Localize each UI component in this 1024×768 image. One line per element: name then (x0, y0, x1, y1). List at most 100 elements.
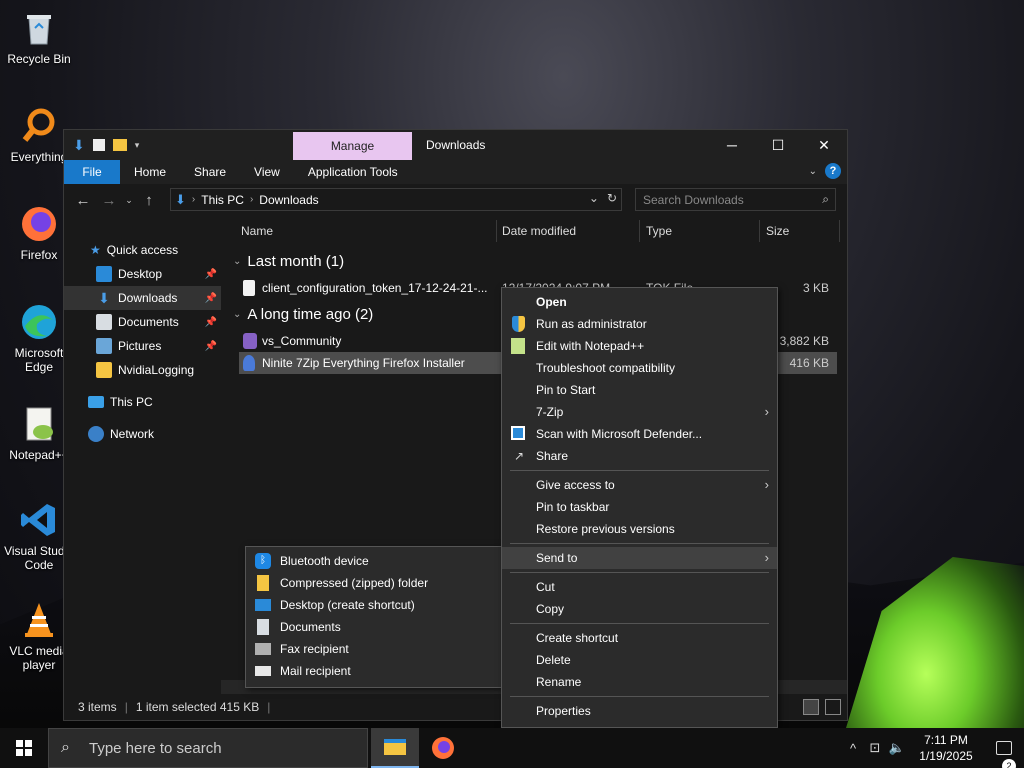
vscode-icon (21, 504, 55, 536)
desktop-icon-recycle-bin[interactable]: Recycle Bin (0, 8, 78, 66)
chevron-right-icon: › (764, 404, 769, 419)
chevron-down-icon: ⌄ (233, 309, 242, 320)
menu-item-give-access-to[interactable]: Give access to › (502, 474, 777, 496)
help-icon[interactable]: ? (825, 163, 841, 179)
menu-item-run-as-administrator[interactable]: Run as administrator (502, 313, 777, 335)
nav-network[interactable]: Network (64, 422, 221, 446)
tab-view[interactable]: View (240, 160, 294, 184)
star-icon: ★ (90, 243, 101, 257)
column-name[interactable]: Name (241, 224, 273, 238)
menu-item-label: Pin to taskbar (536, 500, 610, 514)
show-hidden-icons-icon[interactable]: ^ (842, 741, 864, 756)
large-icons-view-icon[interactable] (825, 699, 841, 715)
menu-item-open[interactable]: Open (502, 291, 777, 313)
details-view-icon[interactable] (803, 699, 819, 715)
menu-item-troubleshoot-compatibility[interactable]: Troubleshoot compatibility (502, 357, 777, 379)
group-label: A long time ago (2) (247, 306, 374, 323)
taskbar-file-explorer[interactable] (371, 728, 419, 768)
column-date-modified[interactable]: Date modified (502, 224, 576, 238)
tab-manage[interactable]: Manage (293, 132, 412, 160)
ninite-installer-icon (243, 355, 255, 371)
nav-downloads[interactable]: ⬇ Downloads 📌 (64, 286, 221, 310)
menu-item-restore-previous-versions[interactable]: Restore previous versions (502, 518, 777, 540)
action-center-button[interactable]: 2 (984, 741, 1024, 768)
menu-item-share[interactable]: ↗ Share (502, 445, 777, 467)
tab-file[interactable]: File (64, 160, 120, 184)
back-button[interactable]: ← (70, 192, 96, 209)
menu-item-cut[interactable]: Cut (502, 576, 777, 598)
properties-icon[interactable] (92, 139, 105, 151)
zip-folder-icon (257, 575, 269, 591)
title-bar[interactable]: ⬇ ▾ Manage Downloads ─ ☐ ✕ (64, 130, 847, 160)
menu-item-7-zip[interactable]: 7-Zip › (502, 401, 777, 423)
menu-item-compressed-folder[interactable]: Compressed (zipped) folder (246, 572, 502, 594)
column-separator[interactable] (759, 220, 760, 242)
search-input[interactable]: Search Downloads ⌕ (635, 188, 836, 211)
new-folder-icon[interactable] (112, 139, 127, 151)
column-separator[interactable] (496, 220, 497, 242)
group-header-last-month[interactable]: ⌄ Last month (1) (233, 253, 344, 270)
taskbar-search-input[interactable]: ⌕ Type here to search (48, 728, 368, 768)
column-size[interactable]: Size (766, 224, 789, 238)
breadcrumb-downloads[interactable]: Downloads (259, 193, 318, 207)
refresh-icon[interactable]: ↻ (607, 191, 617, 205)
quick-access-toolbar: ⬇ ▾ (64, 130, 139, 160)
menu-item-send-to[interactable]: Send to › (502, 547, 777, 569)
menu-item-label: Compressed (zipped) folder (280, 576, 429, 590)
menu-item-label: Share (536, 449, 569, 463)
expand-ribbon-icon[interactable]: ⌄ (809, 166, 817, 177)
menu-item-fax-recipient[interactable]: Fax recipient (246, 638, 502, 660)
breadcrumb-this-pc[interactable]: This PC (201, 193, 244, 207)
volume-muted-icon[interactable]: 🔈 (886, 740, 908, 756)
menu-item-mail-recipient[interactable]: Mail recipient (246, 660, 502, 682)
nav-label: Downloads (118, 291, 178, 305)
minimize-button[interactable]: ─ (709, 130, 755, 160)
menu-divider (510, 572, 769, 573)
nav-pictures[interactable]: Pictures 📌 (64, 334, 221, 358)
taskbar-firefox[interactable] (419, 728, 467, 768)
chevron-down-icon[interactable]: ▾ (135, 140, 140, 151)
menu-item-rename[interactable]: Rename (502, 671, 777, 693)
nav-documents[interactable]: Documents 📌 (64, 310, 221, 334)
menu-item-pin-to-start[interactable]: Pin to Start (502, 379, 777, 401)
tab-application-tools[interactable]: Application Tools (294, 160, 412, 184)
nav-nvidialogging[interactable]: NvidiaLogging (64, 358, 221, 382)
nav-label: Network (110, 427, 155, 441)
menu-item-bluetooth-device[interactable]: ᛒ Bluetooth device (246, 550, 502, 572)
address-bar[interactable]: ⬇ › This PC › Downloads ⌄ ↻ (170, 188, 622, 211)
breadcrumb-separator: › (191, 194, 196, 205)
group-header-long-time-ago[interactable]: ⌄ A long time ago (2) (233, 306, 373, 323)
start-button[interactable] (0, 728, 48, 768)
up-button[interactable]: ↑ (136, 192, 162, 209)
column-separator[interactable] (639, 220, 640, 242)
menu-item-properties[interactable]: Properties (502, 700, 777, 722)
tab-home[interactable]: Home (120, 160, 180, 184)
close-button[interactable]: ✕ (801, 130, 847, 160)
menu-item-pin-to-taskbar[interactable]: Pin to taskbar (502, 496, 777, 518)
recent-locations-button[interactable]: ⌄ (122, 195, 136, 206)
downloads-folder-icon: ⬇ (175, 191, 186, 207)
forward-button[interactable]: → (96, 192, 122, 209)
menu-item-desktop-shortcut[interactable]: Desktop (create shortcut) (246, 594, 502, 616)
menu-item-delete[interactable]: Delete (502, 649, 777, 671)
nav-label: Quick access (106, 243, 179, 257)
address-dropdown-icon[interactable]: ⌄ (589, 191, 599, 205)
network-disconnected-icon[interactable]: ⊡ (864, 740, 886, 756)
menu-item-documents[interactable]: Documents (246, 616, 502, 638)
maximize-button[interactable]: ☐ (755, 130, 801, 160)
menu-item-create-shortcut[interactable]: Create shortcut (502, 627, 777, 649)
everything-search-icon (22, 108, 55, 142)
column-separator[interactable] (839, 220, 840, 242)
menu-item-copy[interactable]: Copy (502, 598, 777, 620)
tab-share[interactable]: Share (180, 160, 240, 184)
nav-desktop[interactable]: Desktop 📌 (64, 262, 221, 286)
menu-item-scan-with-defender[interactable]: Scan with Microsoft Defender... (502, 423, 777, 445)
clock[interactable]: 7:11 PM 1/19/2025 (908, 732, 984, 764)
menu-item-edit-with-notepad-plus-plus[interactable]: Edit with Notepad++ (502, 335, 777, 357)
nav-label: NvidiaLogging (118, 363, 195, 377)
desktop-folder-icon (96, 266, 112, 282)
column-type[interactable]: Type (646, 224, 672, 238)
nav-quick-access[interactable]: ★ Quick access (64, 238, 221, 262)
desktop-icon-label: Recycle Bin (7, 52, 71, 66)
nav-this-pc[interactable]: This PC (64, 390, 221, 414)
